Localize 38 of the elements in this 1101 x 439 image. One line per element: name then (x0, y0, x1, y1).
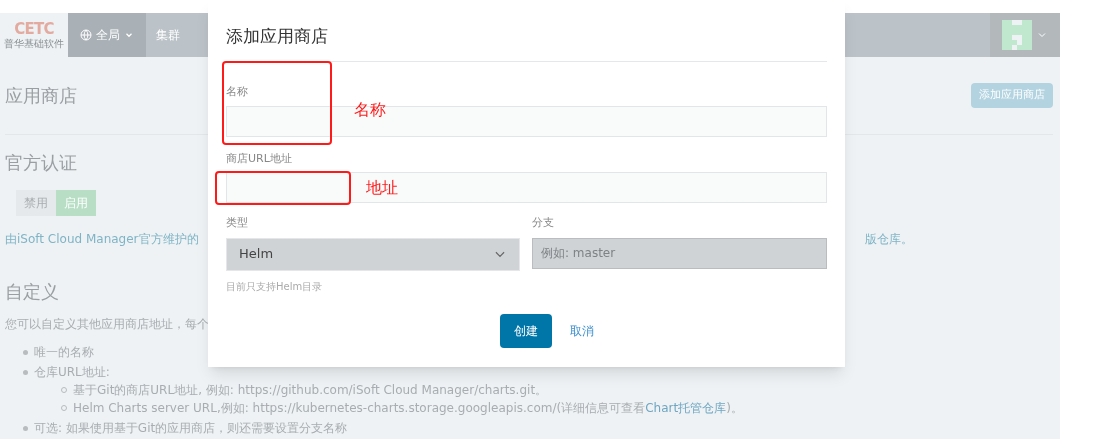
field-label: 名称 (226, 84, 249, 100)
list-item-text: 仓库URL地址: (34, 364, 110, 381)
scope-dropdown[interactable]: 全局 (68, 13, 146, 57)
type-select[interactable]: Helm (226, 237, 520, 271)
field-label: 商店URL地址 (226, 150, 293, 167)
modal-title: 添加应用商店 (226, 25, 329, 48)
create-button[interactable]: 创建 (499, 313, 552, 348)
repository-link[interactable]: 版仓库 (864, 230, 901, 248)
bullet-icon (23, 349, 28, 355)
section-heading: 官方认证 (5, 151, 77, 175)
section-heading: 自定义 (5, 280, 59, 304)
add-store-button[interactable]: 添加应用商店 (971, 83, 1053, 108)
bullet-icon (23, 369, 28, 375)
annotation-label: 名称 (354, 99, 386, 121)
punctuation-text: )。 (726, 400, 743, 417)
logo-subtitle: 普华基础软件 (4, 38, 64, 49)
toggle-option[interactable]: 禁用 (16, 190, 56, 216)
globe-icon (80, 29, 92, 41)
chart-repo-link[interactable]: Chart托管仓库 (645, 399, 727, 417)
custom-intro: 您可以自定义其他应用商店地址，每个 (5, 316, 209, 333)
list-item-text: 基于Git的商店URL地址, 例如: https://github.com/iSoft Cloud Manager/charts.git。 (73, 382, 548, 399)
nav-item[interactable]: 集群 (146, 13, 190, 57)
annotation-label: 地址 (366, 177, 398, 199)
user-menu[interactable] (990, 13, 1060, 57)
field-label: 分支 (532, 215, 555, 231)
help-text: 目前只支持Helm目录 (226, 279, 324, 294)
toggle-option[interactable]: 启用 (56, 190, 96, 216)
avatar-icon (1002, 20, 1032, 50)
page-title: 应用商店 (5, 84, 77, 108)
url-input[interactable] (226, 172, 827, 203)
bullet-icon (23, 425, 28, 431)
logo-text: CETC (14, 21, 54, 37)
punctuation-text: 。 (900, 231, 913, 248)
cancel-link[interactable]: 取消 (569, 321, 594, 340)
list-item-text: Helm Charts server URL,例如: https://kubernetes-charts.storage.googleapis.com/(详细信息可查看 (73, 400, 646, 417)
list-item-text: 可选: 如果使用基于Git的应用商店，则还需要设置分支名称 (34, 420, 348, 437)
field-label: 类型 (226, 215, 249, 231)
official-description: 由iSoft Cloud Manager官方维护的 (5, 231, 199, 248)
